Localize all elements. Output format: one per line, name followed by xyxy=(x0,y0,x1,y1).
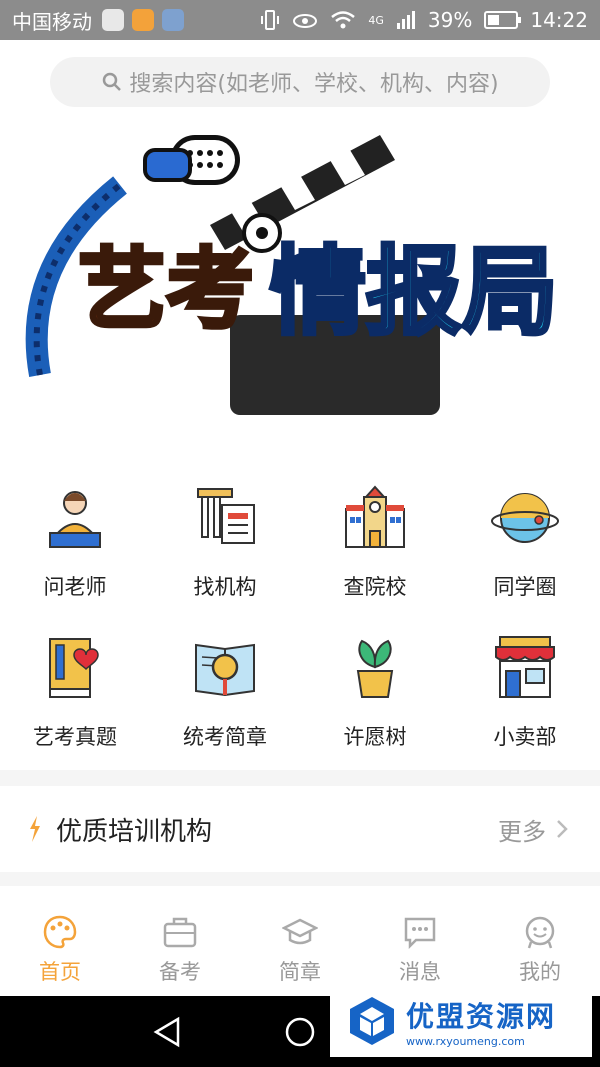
watermark-logo: 优盟资源网 www.rxyoumeng.com xyxy=(330,985,592,1057)
feature-row: 艺考真题 统考简章 许愿树 小卖部 xyxy=(0,625,600,775)
vibrate-icon xyxy=(261,10,280,30)
school-icon xyxy=(345,485,405,548)
watermark-url: www.rxyoumeng.com xyxy=(406,1034,525,1048)
section-header: 优质培训机构 更多 xyxy=(0,786,600,872)
palette-icon xyxy=(43,915,77,949)
graduation-cap-icon xyxy=(282,918,318,945)
feature-row: 问老师 找机构 查院校 同学圈 xyxy=(0,475,600,625)
chevron-right-icon xyxy=(557,820,568,838)
message-icon xyxy=(404,917,436,950)
tab-label: 我的 xyxy=(519,960,561,984)
profile-icon xyxy=(525,916,555,949)
shop-icon xyxy=(495,636,555,698)
watermark-title: 优盟资源网 xyxy=(406,999,557,1033)
tab-profile[interactable]: 我的 xyxy=(480,900,600,996)
notification-app-icon xyxy=(102,9,124,31)
institution-icon xyxy=(197,488,255,544)
grid-item-find-school[interactable]: 查院校 xyxy=(300,475,450,625)
grid-item-find-institution[interactable]: 找机构 xyxy=(150,475,300,625)
carrier-name: 中国移动 xyxy=(12,9,92,34)
banner-artwork: 艺考 情报局 xyxy=(25,135,560,415)
bottom-tab-bar: 首页 备考 简章 消息 我的 xyxy=(0,900,600,996)
tab-guide[interactable]: 简章 xyxy=(240,900,360,996)
tab-messages[interactable]: 消息 xyxy=(360,900,480,996)
grid-item-shop[interactable]: 小卖部 xyxy=(450,625,600,775)
battery-percent: 39% xyxy=(427,8,473,32)
tab-label: 备考 xyxy=(159,960,201,984)
wifi-icon xyxy=(331,11,356,29)
grid-label: 统考简章 xyxy=(183,725,267,749)
tab-label: 首页 xyxy=(39,960,81,984)
grid-label: 同学圈 xyxy=(493,575,557,599)
search-bar[interactable]: 搜索内容(如老师、学校、机构、内容) xyxy=(50,57,550,107)
grid-label: 艺考真题 xyxy=(33,725,117,749)
eye-icon xyxy=(293,14,318,28)
section-divider xyxy=(0,770,600,786)
search-placeholder: 搜索内容(如老师、学校、机构、内容) xyxy=(129,72,499,97)
grid-item-exam-guide[interactable]: 统考简章 xyxy=(150,625,300,775)
banner-title-left: 艺考 xyxy=(78,238,254,341)
briefcase-icon xyxy=(163,917,197,948)
more-link[interactable]: 更多 xyxy=(498,812,572,847)
section-divider xyxy=(0,872,600,886)
section-title: 优质培训机构 xyxy=(56,816,213,847)
banner-title-right: 情报局 xyxy=(270,236,558,348)
tab-prepare[interactable]: 备考 xyxy=(120,900,240,996)
back-icon[interactable] xyxy=(152,1016,182,1048)
grid-item-ask-teacher[interactable]: 问老师 xyxy=(0,475,150,625)
tab-home[interactable]: 首页 xyxy=(0,900,120,996)
lightning-icon xyxy=(30,816,40,842)
grid-label: 找机构 xyxy=(193,575,257,599)
notification-app-icon xyxy=(162,9,184,31)
exam-book-icon xyxy=(49,638,99,698)
clock: 14:22 xyxy=(530,8,588,32)
battery-icon xyxy=(484,11,522,29)
plant-icon xyxy=(356,639,394,698)
grid-label: 问老师 xyxy=(43,575,107,599)
banner[interactable]: 艺考 情报局 xyxy=(0,115,600,425)
notification-app-icon xyxy=(132,9,154,31)
tab-label: 消息 xyxy=(399,960,441,984)
status-bar: 中国移动 4G 39% 14:22 xyxy=(0,0,600,40)
feature-grid: 问老师 找机构 查院校 同学圈 艺考真题 统考简章 许愿树 小卖部 xyxy=(0,475,600,775)
tab-label: 简章 xyxy=(279,960,321,984)
grid-item-classmates[interactable]: 同学圈 xyxy=(450,475,600,625)
status-right: 4G 39% 14:22 xyxy=(260,8,588,32)
grid-label: 小卖部 xyxy=(493,725,557,749)
teacher-icon xyxy=(49,491,101,548)
watermark-text: 优盟资源网 www.rxyoumeng.com xyxy=(406,995,556,1048)
grid-label: 查院校 xyxy=(343,575,407,599)
search-icon xyxy=(103,72,122,91)
more-label: 更多 xyxy=(498,817,546,846)
planet-icon xyxy=(491,493,559,543)
grid-label: 许愿树 xyxy=(343,725,407,749)
hexagon-cube-icon xyxy=(350,997,394,1045)
home-icon[interactable] xyxy=(284,1016,316,1048)
network-type: 4G xyxy=(368,13,384,27)
grid-item-exam-questions[interactable]: 艺考真题 xyxy=(0,625,150,775)
magnifier-book-icon xyxy=(195,643,255,697)
signal-icon xyxy=(396,11,415,29)
grid-item-wish-tree[interactable]: 许愿树 xyxy=(300,625,450,775)
